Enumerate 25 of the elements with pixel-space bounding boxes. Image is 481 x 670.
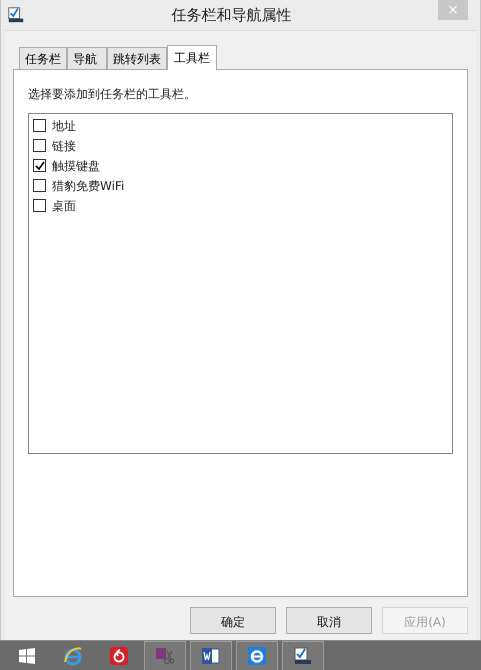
tab[interactable]: 工具栏	[167, 45, 217, 70]
music-app-icon[interactable]	[110, 646, 128, 664]
window-app-icon	[7, 6, 25, 24]
toolbar-label[interactable]: 地址	[52, 116, 76, 134]
checkbox[interactable]	[33, 179, 46, 192]
browser-e-icon[interactable]	[63, 646, 83, 666]
tab[interactable]: 导航	[67, 47, 107, 69]
checkbox[interactable]	[33, 139, 46, 152]
checkbox[interactable]	[33, 199, 46, 212]
browser-e-icon[interactable]	[248, 646, 266, 664]
checkbox-app-icon	[293, 646, 313, 666]
toolbar-label[interactable]: 桌面	[52, 196, 76, 214]
tab[interactable]: 任务栏	[19, 47, 67, 69]
dialog-button[interactable]: 确定	[190, 607, 276, 634]
window-title: 任务栏和导航属性	[172, 4, 292, 26]
checkbox[interactable]	[33, 119, 46, 132]
toolbar-label[interactable]: 链接	[52, 136, 76, 154]
document-w-icon[interactable]	[202, 646, 220, 664]
tab[interactable]: 跳转列表	[107, 47, 167, 69]
toolbar-label[interactable]: 触摸键盘	[52, 156, 100, 174]
toolbar-label[interactable]: 猎豹免费WiFi	[52, 176, 124, 194]
checkbox[interactable]	[33, 159, 46, 172]
windows-logo-icon[interactable]	[19, 648, 35, 664]
dialog-button[interactable]: 取消	[286, 607, 372, 634]
instruction-text: 选择要添加到任务栏的工具栏。	[28, 86, 197, 103]
